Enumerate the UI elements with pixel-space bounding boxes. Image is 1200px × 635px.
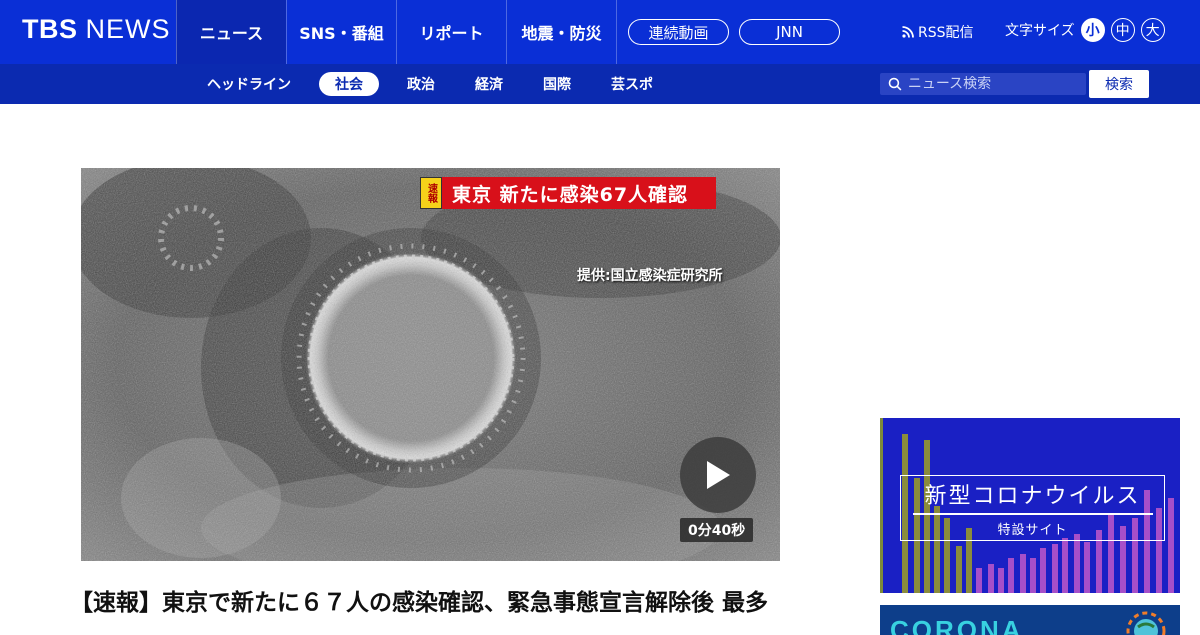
main-nav: ニュース SNS・番組 リポート 地震・防災 <box>176 0 617 64</box>
font-size-control: 文字サイズ 小 中 大 <box>1005 18 1165 42</box>
caption-text: 東京 新たに感染67人確認 <box>442 177 717 209</box>
breaking-caption: 速報 東京 新たに感染67人確認 <box>420 177 717 209</box>
tbs-news-logo[interactable]: TBS NEWS <box>22 14 171 45</box>
search-box <box>880 73 1086 95</box>
logo-news: NEWS <box>85 14 171 44</box>
category-entertainment-sports[interactable]: 芸スポ <box>599 72 665 96</box>
category-society[interactable]: 社会 <box>319 72 379 96</box>
category-headline[interactable]: ヘッドライン <box>195 72 303 96</box>
nav-report[interactable]: リポート <box>396 0 506 64</box>
globe-icon <box>1126 611 1166 635</box>
rss-icon <box>902 26 914 38</box>
nav-news[interactable]: ニュース <box>176 0 286 64</box>
video-duration: 0分40秒 <box>680 518 754 542</box>
category-economy[interactable]: 経済 <box>463 72 515 96</box>
font-size-label: 文字サイズ <box>1005 23 1075 39</box>
image-credit: 提供:国立感染症研究所 <box>577 268 723 284</box>
category-politics[interactable]: 政治 <box>395 72 447 96</box>
category-nav: ヘッドライン 社会 政治 経済 国際 芸スポ <box>195 64 681 104</box>
font-size-small-button[interactable]: 小 <box>1080 18 1105 42</box>
corona-banner[interactable]: CORONA <box>880 605 1180 635</box>
rss-link[interactable]: RSS配信 <box>902 22 974 42</box>
covid-banner-divider <box>912 513 1153 515</box>
search-icon <box>888 77 902 91</box>
covid-banner-title: 新型コロナウイルス <box>924 484 1141 509</box>
search-input[interactable] <box>907 76 1086 92</box>
corona-banner-text: CORONA <box>890 615 1024 635</box>
top-bar: TBS NEWS ニュース SNS・番組 リポート 地震・防災 連続動画 JNN… <box>0 0 1200 64</box>
covid-banner-box: 新型コロナウイルス 特設サイト <box>900 475 1165 541</box>
covid-banner-subtitle: 特設サイト <box>997 523 1068 538</box>
search-button[interactable]: 検索 <box>1089 70 1149 98</box>
breaking-tag: 速報 <box>420 177 442 209</box>
font-size-large-button[interactable]: 大 <box>1140 18 1165 42</box>
play-button[interactable] <box>680 437 756 513</box>
logo-tbs: TBS <box>22 14 78 44</box>
coronavirus-micrograph-image <box>81 168 780 561</box>
font-size-medium-button[interactable]: 中 <box>1110 18 1135 42</box>
play-icon <box>707 461 730 489</box>
jnn-button[interactable]: JNN <box>739 19 840 45</box>
nav-sns-programs[interactable]: SNS・番組 <box>286 0 396 64</box>
rss-label: RSS配信 <box>918 25 974 41</box>
covid-special-site-banner[interactable]: 新型コロナウイルス 特設サイト <box>880 418 1180 593</box>
video-thumbnail[interactable]: 速報 東京 新たに感染67人確認 提供:国立感染症研究所 0分40秒 <box>81 168 780 561</box>
nav-earthquake-disaster[interactable]: 地震・防災 <box>506 0 617 64</box>
article-headline[interactable]: 【速報】東京で新たに６７人の感染確認、緊急事態宣言解除後 最多 <box>70 583 768 617</box>
continuous-video-button[interactable]: 連続動画 <box>628 19 729 45</box>
category-international[interactable]: 国際 <box>531 72 583 96</box>
